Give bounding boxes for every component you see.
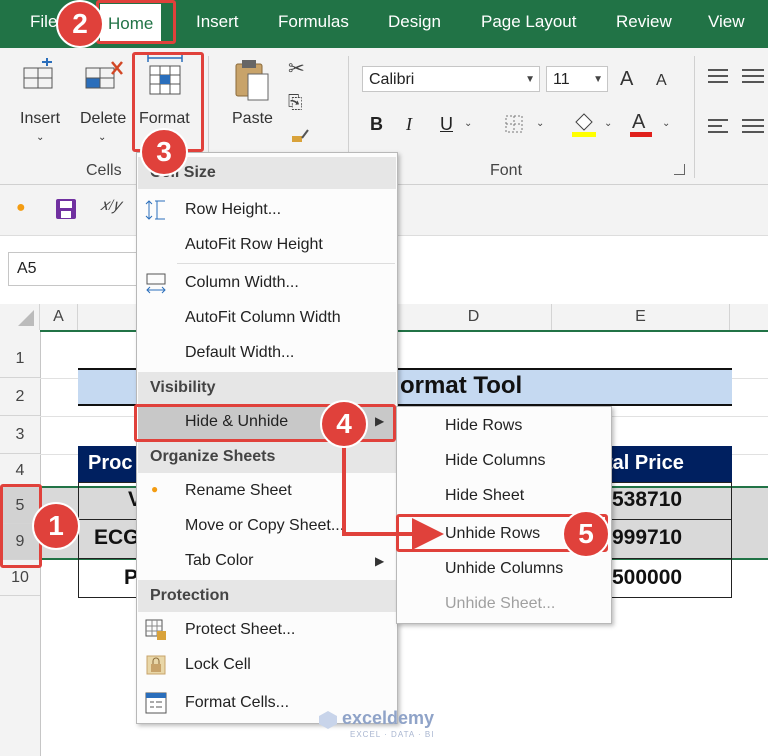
- column-header-a[interactable]: A: [40, 304, 78, 330]
- row-height-icon: [145, 199, 167, 221]
- menu-item-row-height[interactable]: Row Height...: [185, 201, 281, 219]
- function-icon[interactable]: 𝑥/𝑦: [100, 197, 121, 215]
- menu-item-autofit-row-height[interactable]: AutoFit Row Height: [185, 236, 323, 254]
- row-header-3[interactable]: 3: [0, 416, 40, 454]
- row-header-4[interactable]: 4: [0, 454, 40, 488]
- borders-icon[interactable]: [504, 114, 524, 134]
- chevron-down-icon: ▼: [525, 74, 535, 85]
- tab-design[interactable]: Design: [388, 12, 441, 32]
- font-group-label: Font: [490, 162, 523, 179]
- step-badge-5: 5: [562, 510, 610, 558]
- highlight-home-tab-box: [96, 0, 176, 44]
- font-size-value: 11: [553, 71, 570, 88]
- font-name-value: Calibri: [369, 71, 415, 88]
- menu-header-organize-sheets: Organize Sheets: [138, 441, 396, 473]
- submenu-unhide-sheet: Unhide Sheet...: [445, 595, 556, 612]
- submenu-arrow-icon: ▶: [375, 554, 385, 568]
- row9-price[interactable]: 999710: [612, 526, 682, 550]
- header-total-price[interactable]: tal Price: [606, 452, 684, 475]
- chevron-down-icon[interactable]: ⌄: [662, 118, 670, 129]
- cells-group-label: Cells: [86, 162, 122, 179]
- ribbon-separator: [694, 56, 695, 178]
- chevron-down-icon: ▼: [593, 74, 603, 85]
- submenu-hide-sheet[interactable]: Hide Sheet: [445, 487, 524, 505]
- save-icon[interactable]: [54, 197, 78, 221]
- bold-button[interactable]: B: [370, 114, 383, 135]
- title-text: ormat Tool: [400, 372, 523, 399]
- row9-product[interactable]: ECG: [94, 526, 140, 550]
- step-badge-1: 1: [32, 502, 80, 550]
- paste-icon[interactable]: [232, 58, 272, 102]
- tab-file[interactable]: File: [30, 12, 57, 32]
- header-product[interactable]: Proc: [88, 452, 132, 475]
- menu-header-protection: Protection: [138, 580, 396, 612]
- fill-color-icon[interactable]: [570, 108, 598, 138]
- font-color-icon[interactable]: A: [628, 108, 654, 138]
- chevron-down-icon[interactable]: ⌄: [604, 118, 612, 129]
- step-badge-2: 2: [56, 0, 104, 48]
- menu-item-column-width[interactable]: Column Width...: [185, 274, 299, 292]
- format-cells-menu-icon: [145, 692, 167, 714]
- format-painter-icon[interactable]: [288, 124, 312, 148]
- shrink-font-button[interactable]: A: [656, 72, 667, 90]
- row-header-1[interactable]: 1: [0, 340, 40, 378]
- alignment-icons[interactable]: [706, 66, 766, 146]
- font-size-select[interactable]: 11 ▼: [546, 66, 608, 92]
- font-dialog-launcher-icon[interactable]: [674, 164, 685, 175]
- tab-formulas[interactable]: Formulas: [278, 12, 349, 32]
- step-badge-3: 3: [140, 128, 188, 176]
- menu-item-tab-color[interactable]: Tab Color: [185, 552, 253, 570]
- step-badge-4: 4: [320, 400, 368, 448]
- menu-item-lock-cell[interactable]: Lock Cell: [185, 656, 251, 674]
- column-header-e[interactable]: E: [552, 304, 730, 330]
- menu-item-rename-sheet[interactable]: Rename Sheet: [185, 482, 292, 500]
- row10-price[interactable]: 500000: [612, 566, 682, 590]
- submenu-unhide-columns[interactable]: Unhide Columns: [445, 560, 563, 578]
- column-header-d[interactable]: D: [396, 304, 552, 330]
- chevron-down-icon[interactable]: ⌄: [464, 118, 472, 129]
- underline-button[interactable]: U: [440, 114, 453, 135]
- insert-cells-icon[interactable]: [20, 58, 60, 98]
- menu-item-autofit-column-width[interactable]: AutoFit Column Width: [185, 309, 341, 327]
- delete-cells-icon[interactable]: [82, 58, 126, 98]
- tab-review[interactable]: Review: [616, 12, 672, 32]
- menu-item-default-width[interactable]: Default Width...: [185, 344, 294, 362]
- grow-font-button[interactable]: A: [620, 68, 633, 91]
- menu-header-visibility: Visibility: [138, 372, 396, 404]
- watermark-text: exceldemy: [342, 708, 435, 728]
- qat-dot-icon: ●: [16, 199, 26, 216]
- tab-insert[interactable]: Insert: [196, 12, 239, 32]
- insert-chevron-icon[interactable]: ⌄: [36, 132, 44, 143]
- tab-view[interactable]: View: [708, 12, 745, 32]
- cut-icon[interactable]: ✂: [288, 56, 312, 80]
- protect-sheet-icon: [145, 619, 167, 641]
- insert-button[interactable]: Insert: [20, 110, 60, 128]
- submenu-hide-columns[interactable]: Hide Columns: [445, 452, 545, 470]
- menu-item-move-copy-sheet[interactable]: Move or Copy Sheet...: [185, 517, 344, 535]
- italic-button[interactable]: I: [406, 114, 412, 135]
- lock-icon: [145, 654, 167, 676]
- copy-icon[interactable]: ⎘: [288, 92, 312, 116]
- menu-item-protect-sheet[interactable]: Protect Sheet...: [185, 621, 295, 639]
- menu-item-format-cells[interactable]: Format Cells...: [185, 694, 289, 712]
- font-name-select[interactable]: Calibri ▼: [362, 66, 540, 92]
- delete-chevron-icon[interactable]: ⌄: [98, 132, 106, 143]
- exceldemy-logo-icon: [318, 710, 338, 730]
- row5-price[interactable]: 538710: [612, 488, 682, 512]
- menu-divider: [177, 263, 395, 264]
- watermark-subtext: EXCEL · DATA · BI: [350, 730, 435, 739]
- column-width-icon: [145, 272, 167, 294]
- rename-bullet-icon: ●: [151, 482, 159, 496]
- svg-text:A: A: [632, 111, 646, 133]
- select-all-corner[interactable]: [0, 304, 40, 330]
- chevron-down-icon[interactable]: ⌄: [536, 118, 544, 129]
- row-header-2[interactable]: 2: [0, 378, 40, 416]
- delete-button[interactable]: Delete: [80, 110, 126, 128]
- submenu-hide-rows[interactable]: Hide Rows: [445, 417, 522, 435]
- paste-button[interactable]: Paste: [232, 110, 273, 128]
- name-box-value: A5: [17, 260, 37, 277]
- tab-page-layout[interactable]: Page Layout: [481, 12, 576, 32]
